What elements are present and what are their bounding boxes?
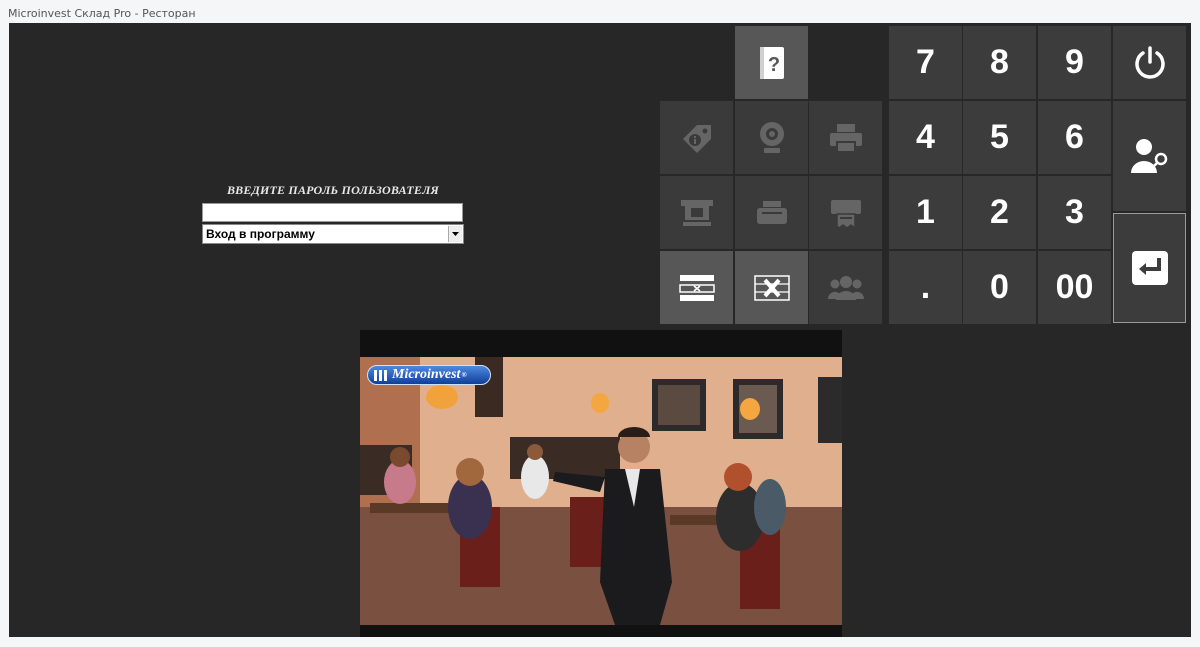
promo-video: Microinvest ®	[360, 330, 842, 637]
cancel-order-icon	[753, 274, 790, 301]
key-4[interactable]: 4	[889, 101, 962, 174]
login-screen: ВВЕДИТЕ ПАРОЛЬ ПОЛЬЗОВАТЕЛЯ Вход в прогр…	[9, 23, 1191, 637]
empty-tile	[809, 26, 882, 99]
login-mode-select[interactable]: Вход в программу	[202, 224, 464, 244]
key-8[interactable]: 8	[963, 26, 1036, 99]
camera-button[interactable]	[735, 101, 808, 174]
key-7[interactable]: 7	[889, 26, 962, 99]
change-user-button[interactable]	[1113, 101, 1186, 211]
fiscal-printer-icon	[830, 199, 861, 229]
receipt-printer-button[interactable]	[735, 176, 808, 249]
cash-register-button[interactable]	[660, 176, 733, 249]
window-title: Microinvest Склад Pro - Ресторан	[8, 7, 196, 20]
key-decimal[interactable]: .	[889, 251, 962, 324]
password-input[interactable]	[202, 203, 463, 222]
key-5[interactable]: 5	[963, 101, 1036, 174]
key-1[interactable]: 1	[889, 176, 962, 249]
help-button[interactable]: ?	[735, 26, 808, 99]
tag-info-icon	[682, 124, 711, 153]
receipt-printer-icon	[756, 200, 787, 224]
microinvest-mark-icon	[374, 370, 387, 381]
print-button[interactable]	[809, 101, 882, 174]
svg-text:?: ?	[767, 54, 779, 76]
webcam-icon	[759, 121, 784, 153]
restaurant-scene-image: Microinvest ®	[360, 357, 842, 625]
password-prompt: ВВЕДИТЕ ПАРОЛЬ ПОЛЬЗОВАТЕЛЯ	[226, 183, 440, 197]
item-info-button[interactable]	[660, 101, 733, 174]
key-2[interactable]: 2	[963, 176, 1036, 249]
power-icon	[1134, 45, 1165, 79]
fiscal-printer-button[interactable]	[809, 176, 882, 249]
help-book-icon: ?	[759, 46, 784, 79]
cancel-order-button[interactable]	[735, 251, 808, 324]
power-button[interactable]	[1113, 26, 1186, 99]
key-00[interactable]: 00	[1038, 251, 1111, 324]
users-group-icon	[827, 275, 864, 300]
login-mode-value: Вход в программу	[206, 227, 315, 241]
app-window: Microinvest Склад Pro - Ресторан ВВЕДИТЕ…	[0, 0, 1200, 647]
logo-text: Microinvest	[392, 367, 461, 382]
remove-line-icon	[678, 274, 715, 301]
enter-icon	[1131, 251, 1168, 285]
logo-registered: ®	[461, 371, 467, 379]
printer-icon	[829, 123, 862, 153]
key-6[interactable]: 6	[1038, 101, 1111, 174]
microinvest-logo: Microinvest ®	[367, 365, 491, 385]
remove-line-button[interactable]	[660, 251, 733, 324]
chevron-down-icon[interactable]	[448, 226, 462, 242]
key-3[interactable]: 3	[1038, 176, 1111, 249]
cash-register-icon	[680, 199, 713, 226]
restaurant-illustration	[360, 357, 842, 625]
users-button[interactable]	[809, 251, 882, 324]
key-0[interactable]: 0	[963, 251, 1036, 324]
key-9[interactable]: 9	[1038, 26, 1111, 99]
user-key-icon	[1130, 139, 1167, 173]
enter-button[interactable]	[1113, 213, 1186, 323]
